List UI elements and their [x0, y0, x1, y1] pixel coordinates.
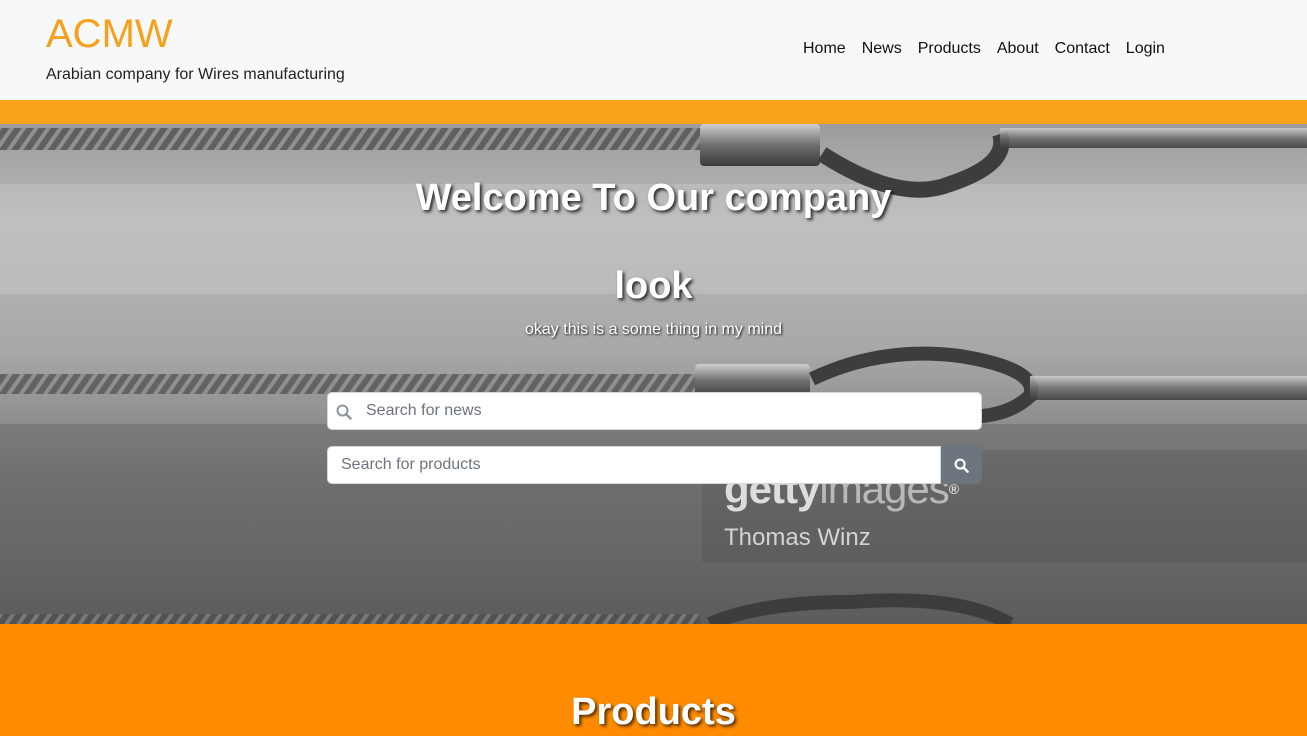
- main-nav: Home News Products About Contact Login: [803, 39, 1181, 59]
- nav-news-link[interactable]: News: [862, 39, 902, 59]
- news-search-input[interactable]: [366, 393, 976, 429]
- products-search-box: [327, 446, 982, 484]
- brand-logo-text[interactable]: ACMW: [46, 12, 173, 56]
- watermark-credit: Thomas Winz: [724, 524, 871, 551]
- nav-contact-link[interactable]: Contact: [1055, 39, 1110, 59]
- products-search-button[interactable]: [941, 446, 982, 484]
- hero-banner: Welcome To Our company look okay this is…: [0, 124, 1307, 624]
- nav-products-link[interactable]: Products: [918, 39, 981, 59]
- hero-title: Welcome To Our company: [415, 177, 892, 219]
- hero-subtitle: look: [614, 265, 693, 307]
- hero-caption: okay this is a some thing in my mind: [525, 321, 782, 338]
- search-icon: [954, 458, 969, 473]
- top-navbar: ACMW Arabian company for Wires manufactu…: [0, 0, 1307, 100]
- accent-strip: [0, 100, 1307, 124]
- nav-about-link[interactable]: About: [997, 39, 1039, 59]
- nav-home-link[interactable]: Home: [803, 39, 846, 59]
- news-search-box: [327, 392, 982, 430]
- products-heading: Products: [571, 691, 736, 733]
- brand-tagline: Arabian company for Wires manufacturing: [46, 66, 345, 83]
- products-search-input[interactable]: [327, 446, 941, 484]
- products-section: Products: [0, 624, 1307, 736]
- nav-login-link[interactable]: Login: [1126, 39, 1165, 59]
- search-icon: [336, 404, 352, 420]
